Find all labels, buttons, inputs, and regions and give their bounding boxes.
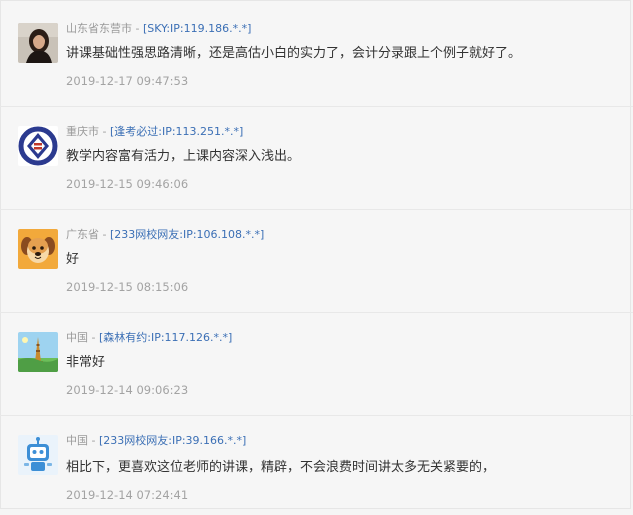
comment-item: 中国 - [233网校网友:IP:39.166.*.*] 相比下，更喜欢这位老师… (0, 412, 633, 515)
comment-meta: 山东省东营市 - [SKY:IP:119.186.*.*] (66, 22, 251, 36)
comment-meta: 中国 - [森林有约:IP:117.126.*.*] (66, 331, 232, 345)
comment-text: 好 (66, 252, 80, 267)
comment-item: 山东省东营市 - [SKY:IP:119.186.*.*] 讲课基础性强思路清晰… (0, 0, 633, 103)
comment-user-link[interactable]: [森林有约:IP:117.126.*.*] (99, 331, 232, 344)
comment-timestamp: 2019-12-15 09:46:06 (66, 177, 189, 191)
tower-landscape-icon[interactable] (18, 332, 58, 372)
meta-separator: - (99, 228, 110, 241)
comment-text: 教学内容富有活力，上课内容深入浅出。 (66, 149, 301, 164)
comment-timestamp: 2019-12-15 08:15:06 (66, 280, 189, 294)
portrait-photo-icon[interactable] (18, 23, 58, 63)
dog-icon[interactable] (18, 229, 58, 269)
meta-separator: - (88, 331, 99, 344)
comment-text: 讲课基础性强思路清晰，还是高估小白的实力了，会计分录跟上个例子就好了。 (66, 46, 522, 61)
comment-user-link[interactable]: [233网校网友:IP:39.166.*.*] (99, 434, 246, 447)
comment-location: 中国 (66, 434, 88, 447)
meta-separator: - (88, 434, 99, 447)
comment-timestamp: 2019-12-14 07:24:41 (66, 488, 189, 502)
comment-item: 广东省 - [233网校网友:IP:106.108.*.*] 好 2019-12… (0, 206, 633, 309)
comment-text: 相比下，更喜欢这位老师的讲课，精辟，不会浪费时间讲太多无关紧要的， (66, 460, 496, 475)
comment-user-link[interactable]: [逢考必过:IP:113.251.*.*] (110, 125, 243, 138)
comment-location: 山东省东营市 (66, 22, 132, 35)
comment-meta: 重庆市 - [逢考必过:IP:113.251.*.*] (66, 125, 243, 139)
comment-text: 非常好 (66, 355, 106, 370)
comment-location: 广东省 (66, 228, 99, 241)
comment-user-link[interactable]: [233网校网友:IP:106.108.*.*] (110, 228, 264, 241)
meta-separator: - (132, 22, 143, 35)
comment-meta: 中国 - [233网校网友:IP:39.166.*.*] (66, 434, 246, 448)
comment-timestamp: 2019-12-14 09:06:23 (66, 383, 189, 397)
comment-item: 重庆市 - [逢考必过:IP:113.251.*.*] 教学内容富有活力，上课内… (0, 103, 633, 206)
comment-user-link[interactable]: [SKY:IP:119.186.*.*] (143, 22, 251, 35)
blue-logo-icon[interactable] (18, 126, 58, 166)
comment-item: 中国 - [森林有约:IP:117.126.*.*] 非常好 2019-12-1… (0, 309, 633, 412)
comment-meta: 广东省 - [233网校网友:IP:106.108.*.*] (66, 228, 264, 242)
comment-timestamp: 2019-12-17 09:47:53 (66, 74, 189, 88)
comment-location: 中国 (66, 331, 88, 344)
comment-location: 重庆市 (66, 125, 99, 138)
robot-icon[interactable] (18, 435, 58, 475)
meta-separator: - (99, 125, 110, 138)
